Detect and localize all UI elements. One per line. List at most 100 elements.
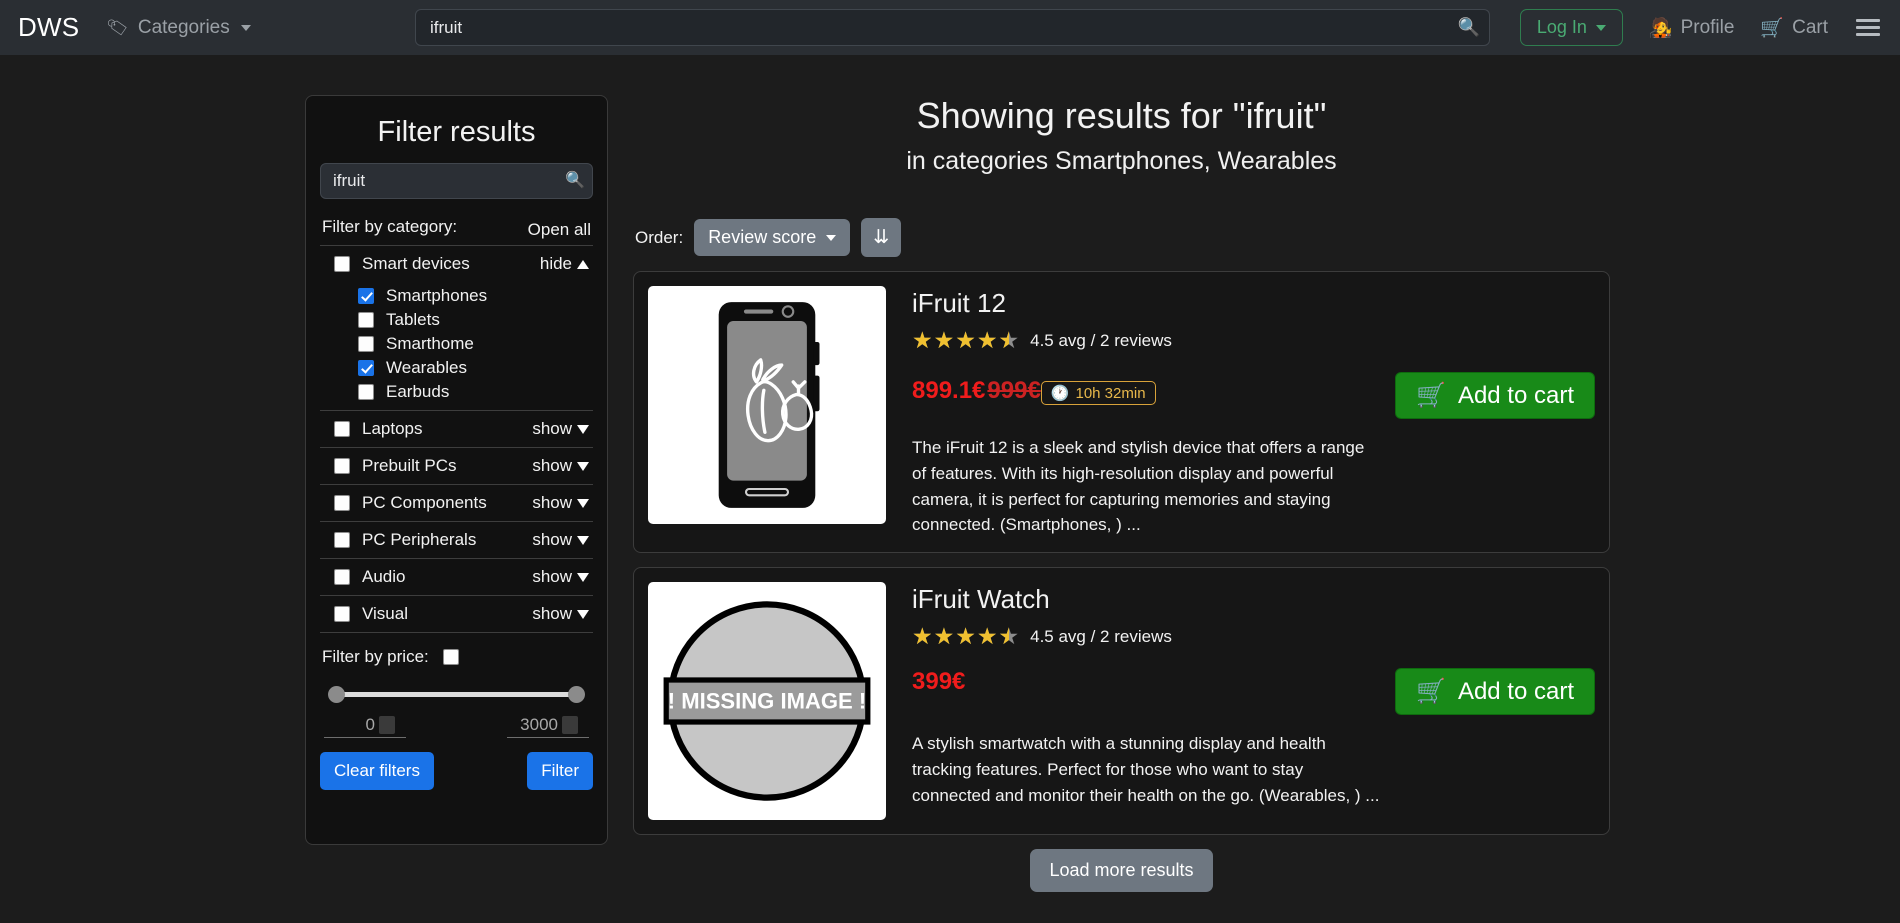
search-icon: 🔍 <box>1457 17 1480 37</box>
subcategory-checkbox[interactable] <box>358 336 374 352</box>
category-label: Smart devices <box>362 254 470 273</box>
product-name[interactable]: iFruit 12 <box>912 288 1595 319</box>
category-toggle[interactable]: show <box>532 604 589 624</box>
add-to-cart-button[interactable]: 🛒 Add to cart <box>1395 372 1595 419</box>
category-group-header[interactable]: PC Peripherals show <box>320 522 593 558</box>
product-card[interactable]: ! MISSING IMAGE ! iFruit Watch ★★★★★★★★★★ 4… <box>633 567 1610 836</box>
open-all-link[interactable]: Open all <box>528 220 593 240</box>
product-price-row: 399€ 🛒 Add to cart <box>912 668 1595 716</box>
tag-icon: 🏷 <box>105 15 131 39</box>
category-checkbox[interactable] <box>334 421 350 437</box>
subcategory-checkbox[interactable] <box>358 384 374 400</box>
clear-filters-button[interactable]: Clear filters <box>320 752 434 790</box>
hamburger-menu-icon[interactable] <box>1854 17 1882 38</box>
category-group-header[interactable]: Laptops show <box>320 411 593 447</box>
search-button[interactable]: 🔍 <box>1458 16 1480 38</box>
sort-direction-button[interactable]: ⇊ <box>861 218 902 257</box>
category-group: Laptops show <box>320 410 593 447</box>
product-rating: ★★★★★★★★★★ 4.5 avg / 2 reviews <box>912 625 1595 648</box>
cart-link[interactable]: 🛒 Cart <box>1760 16 1828 40</box>
subcategory-label: Earbuds <box>386 382 450 401</box>
category-toggle[interactable]: show <box>532 456 589 476</box>
subcategory-item[interactable]: Wearables <box>320 356 593 380</box>
product-card[interactable]: iFruit 12 ★★★★★★★★★★ 4.5 avg / 2 reviews 89… <box>633 271 1610 554</box>
category-group-header[interactable]: Visual show <box>320 596 593 632</box>
category-checkbox[interactable] <box>334 606 350 622</box>
product-price-row: 899.1€999€ 🕐 10h 32min 🛒 Add to cart <box>912 372 1595 419</box>
price-block: 899.1€999€ 🕐 10h 32min <box>912 372 1395 405</box>
price-min-stepper[interactable] <box>379 716 395 734</box>
order-select[interactable]: Review score <box>694 219 851 256</box>
chevron-down-icon <box>240 24 251 31</box>
category-group: Audio show <box>320 558 593 595</box>
profile-link[interactable]: 🧑‍🎤 Profile <box>1649 16 1735 40</box>
profile-label: Profile <box>1680 16 1735 38</box>
category-label: PC Peripherals <box>362 530 477 549</box>
price-filter-checkbox[interactable] <box>442 649 459 665</box>
sidebar-search-input[interactable] <box>320 163 593 199</box>
profile-avatar-icon: 🧑‍🎤 <box>1648 17 1673 39</box>
price-range-slider[interactable] <box>326 681 587 707</box>
add-to-cart-button[interactable]: 🛒 Add to cart <box>1395 668 1595 716</box>
subcategory-checkbox[interactable] <box>358 288 374 304</box>
category-toggle[interactable]: show <box>532 419 589 439</box>
category-checkbox[interactable] <box>334 532 350 548</box>
category-toggle[interactable]: hide <box>540 254 589 274</box>
rating-text: 4.5 avg / 2 reviews <box>1030 626 1172 646</box>
search-input[interactable] <box>415 9 1490 46</box>
triangle-down-icon <box>577 424 589 434</box>
filter-action-buttons: Clear filters Filter <box>320 738 593 790</box>
price-min-input[interactable] <box>324 713 379 737</box>
brand-logo[interactable]: DWS <box>18 12 79 43</box>
category-checkbox[interactable] <box>334 569 350 585</box>
subcategory-item[interactable]: Smartphones <box>320 284 593 308</box>
triangle-down-icon <box>577 572 589 582</box>
category-toggle-label: show <box>532 567 572 586</box>
category-checkbox[interactable] <box>334 458 350 474</box>
countdown-text: 10h 32min <box>1075 384 1146 402</box>
subcategory-item[interactable]: Earbuds <box>320 380 593 404</box>
category-checkbox[interactable] <box>334 256 350 272</box>
category-toggle[interactable]: show <box>532 493 589 513</box>
category-toggle-label: show <box>532 530 572 549</box>
product-description: A stylish smartwatch with a stunning dis… <box>912 734 1380 805</box>
product-price: 399€ <box>912 668 966 696</box>
sidebar-search-container: 🔍 <box>320 163 593 199</box>
category-label: PC Components <box>362 493 487 512</box>
login-button[interactable]: Log In <box>1519 9 1623 46</box>
load-more-container: Load more results <box>633 849 1610 893</box>
category-group-header[interactable]: PC Components show <box>320 485 593 521</box>
slider-handle-max[interactable] <box>568 686 585 703</box>
subcategory-item[interactable]: Tablets <box>320 308 593 332</box>
order-label: Order: <box>635 227 684 247</box>
slider-track <box>334 692 579 697</box>
price-max-input[interactable] <box>507 713 562 737</box>
subcategory-item[interactable]: Smarthome <box>320 332 593 356</box>
product-image[interactable]: ! MISSING IMAGE ! <box>648 582 886 821</box>
star-rating-icon: ★★★★★★★★★★ <box>912 623 1021 650</box>
product-name[interactable]: iFruit Watch <box>912 584 1595 615</box>
countdown-badge: 🕐 10h 32min <box>1040 381 1156 405</box>
load-more-button[interactable]: Load more results <box>1030 849 1213 893</box>
category-group-header[interactable]: Prebuilt PCs show <box>320 448 593 484</box>
product-image[interactable] <box>648 286 886 524</box>
category-toggle-label: show <box>532 493 572 512</box>
category-group-header[interactable]: Smart devices hide <box>320 246 593 282</box>
category-checkbox[interactable] <box>334 495 350 511</box>
add-to-cart-label: Add to cart <box>1457 677 1574 705</box>
slider-handle-min[interactable] <box>328 686 345 703</box>
subcategory-checkbox[interactable] <box>358 312 374 328</box>
product-details: iFruit 12 ★★★★★★★★★★ 4.5 avg / 2 reviews 89… <box>886 286 1595 538</box>
category-toggle[interactable]: show <box>532 567 589 587</box>
results-subtitle: in categories Smartphones, Wearables <box>906 147 1337 175</box>
order-toolbar: Order: Review score ⇊ <box>635 218 1610 257</box>
category-group-header[interactable]: Audio show <box>320 559 593 595</box>
sort-descending-icon: ⇊ <box>873 227 890 248</box>
apply-filter-button[interactable]: Filter <box>527 752 593 790</box>
nav-categories-dropdown[interactable]: 🏷 Categories <box>105 15 251 39</box>
sidebar-search-button[interactable]: 🔍 <box>565 170 585 190</box>
category-toggle[interactable]: show <box>532 530 589 550</box>
subcategory-list: Smartphones Tablets Smarthome Wearables Earb… <box>320 282 593 410</box>
price-max-stepper[interactable] <box>562 716 578 734</box>
subcategory-checkbox[interactable] <box>358 360 374 376</box>
